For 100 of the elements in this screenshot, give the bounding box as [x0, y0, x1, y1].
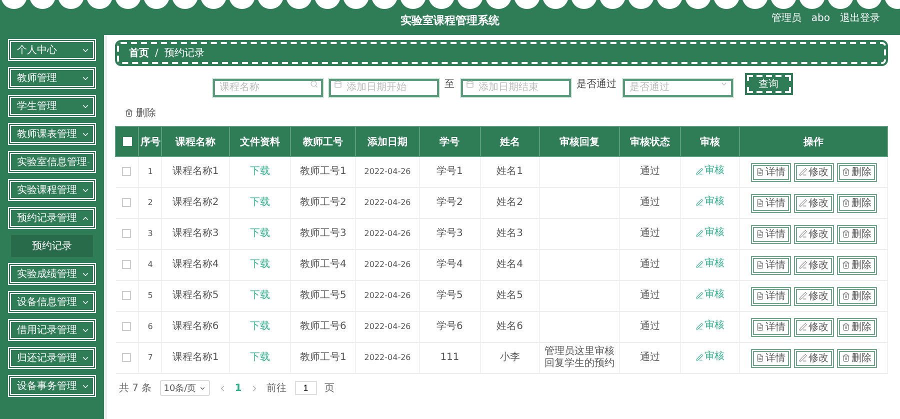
table-cell: 通过: [640, 228, 660, 239]
audit-link[interactable]: 审核: [696, 320, 725, 332]
delete-button[interactable]: 删除: [836, 224, 877, 244]
table-cell: 学号3: [436, 228, 463, 239]
passed-select[interactable]: 是否通过: [622, 78, 732, 96]
audit-link[interactable]: 审核: [696, 196, 725, 208]
delete-button[interactable]: 删除: [836, 162, 877, 182]
edit-button[interactable]: 修改: [794, 256, 834, 274]
breadcrumb-separator: /: [155, 48, 158, 58]
table-cell: 通过: [640, 166, 660, 177]
page-size-select[interactable]: 10条/页: [160, 380, 210, 396]
sidebar-item[interactable]: 实验成绩管理: [8, 263, 96, 285]
course-name-field[interactable]: 课程名称: [212, 78, 322, 96]
breadcrumb-link[interactable]: 预约记录: [164, 46, 204, 60]
sidebar-item[interactable]: 设备信息管理: [8, 291, 96, 313]
table-cell: 通过: [640, 321, 660, 332]
table-cell: 5: [148, 291, 153, 300]
delete-button[interactable]: 删除: [836, 256, 877, 274]
delete-button[interactable]: 删除: [836, 286, 877, 306]
download-link[interactable]: 下载: [250, 166, 270, 178]
detail-button[interactable]: 详情: [750, 318, 791, 336]
audit-link[interactable]: 审核: [696, 351, 725, 364]
user-name: abo: [811, 12, 830, 24]
sidebar-item[interactable]: 归还记录管理: [8, 347, 96, 369]
table-cell: 1: [148, 167, 153, 176]
edit-button[interactable]: 修改: [794, 162, 834, 182]
detail-button[interactable]: 详情: [750, 194, 791, 212]
audit-link[interactable]: 审核: [696, 165, 725, 178]
sidebar-item[interactable]: 教师管理: [8, 67, 96, 89]
table-cell: 管理员这里审核回复学生的预约: [544, 346, 614, 369]
page-number[interactable]: 1: [234, 382, 242, 394]
download-link[interactable]: 下载: [250, 228, 270, 240]
download-link[interactable]: 下载: [250, 321, 270, 333]
edit-button[interactable]: 修改: [794, 194, 834, 212]
table-cell: 通过: [640, 352, 660, 363]
edit-button[interactable]: 修改: [794, 286, 834, 306]
edit-button[interactable]: 修改: [794, 318, 834, 336]
column-header: 序号: [138, 126, 162, 156]
table-cell: 教师工号1: [300, 166, 346, 177]
table-cell: 教师工号5: [300, 290, 346, 301]
delete-button[interactable]: 删除: [836, 194, 877, 212]
table-cell: 教师工号4: [300, 259, 346, 270]
sidebar-item[interactable]: 借用记录管理: [8, 319, 96, 341]
sidebar-subitem[interactable]: 预约记录: [11, 235, 93, 257]
sidebar-item[interactable]: 实验室信息管理: [8, 151, 96, 173]
column-header: 审核状态: [620, 126, 681, 156]
table-cell: 小李: [500, 352, 520, 363]
table-cell: 课程名称1: [172, 166, 219, 177]
table-cell: 通过: [640, 290, 660, 301]
table-cell: 课程名称2: [172, 197, 219, 208]
audit-link[interactable]: 审核: [696, 289, 725, 302]
column-header: 操作: [740, 126, 888, 156]
download-link[interactable]: 下载: [250, 352, 270, 364]
logout-link[interactable]: 退出登录: [840, 11, 880, 25]
table-cell: 2022-04-26: [364, 229, 411, 238]
table-cell: 111: [440, 352, 460, 363]
range-separator: 至: [444, 78, 454, 91]
table-cell: 学号5: [436, 290, 463, 301]
detail-button[interactable]: 详情: [750, 348, 791, 368]
query-button[interactable]: 查询: [746, 75, 790, 93]
audit-link[interactable]: 审核: [696, 258, 725, 270]
detail-button[interactable]: 详情: [750, 286, 791, 306]
goto-label: 前往: [266, 382, 287, 395]
detail-button[interactable]: 详情: [750, 224, 791, 244]
download-link[interactable]: 下载: [250, 197, 270, 209]
sidebar-item[interactable]: 设备事务管理: [8, 375, 96, 397]
download-link[interactable]: 下载: [250, 290, 270, 302]
delete-button[interactable]: 删除: [836, 318, 877, 336]
table-cell: 姓名2: [496, 197, 524, 208]
table-cell: 学号1: [436, 166, 463, 177]
sidebar-item[interactable]: 预约记录管理: [8, 207, 96, 229]
detail-button[interactable]: 详情: [750, 162, 791, 182]
page-input[interactable]: 1: [294, 381, 317, 395]
table-cell: 2022-04-26: [364, 167, 411, 176]
start-date-field[interactable]: 添加日期开始: [328, 78, 438, 96]
sidebar-item[interactable]: 个人中心: [8, 39, 96, 61]
download-link[interactable]: 下载: [250, 259, 270, 271]
delete-button[interactable]: 删除: [836, 348, 877, 368]
passed-label: 是否通过: [576, 78, 616, 91]
delete-button[interactable]: 删除: [125, 106, 156, 120]
edit-button[interactable]: 修改: [794, 348, 834, 368]
sidebar-item[interactable]: 学生管理: [8, 95, 96, 117]
column-header: 教师工号: [290, 126, 356, 156]
table-cell: 姓名6: [496, 321, 524, 332]
end-date-field[interactable]: 添加日期结束: [460, 78, 570, 96]
edit-button[interactable]: 修改: [794, 224, 834, 244]
column-header: 添加日期: [356, 126, 420, 156]
audit-link[interactable]: 审核: [696, 227, 725, 240]
table-cell: 教师工号1: [300, 352, 346, 363]
detail-button[interactable]: 详情: [750, 256, 791, 274]
table-cell: 教师工号3: [300, 228, 346, 239]
breadcrumb-link[interactable]: 首页: [129, 46, 149, 60]
table-cell: 2: [148, 198, 153, 207]
column-header: 姓名: [480, 126, 540, 156]
table-cell: 课程名称6: [172, 321, 219, 332]
sidebar-item[interactable]: 实验课程管理: [8, 179, 96, 201]
column-header: 文件资料: [229, 126, 291, 156]
table-cell: 教师工号2: [300, 197, 346, 208]
sidebar-item[interactable]: 教师课表管理: [8, 123, 96, 145]
table-cell: 学号4: [436, 259, 463, 270]
